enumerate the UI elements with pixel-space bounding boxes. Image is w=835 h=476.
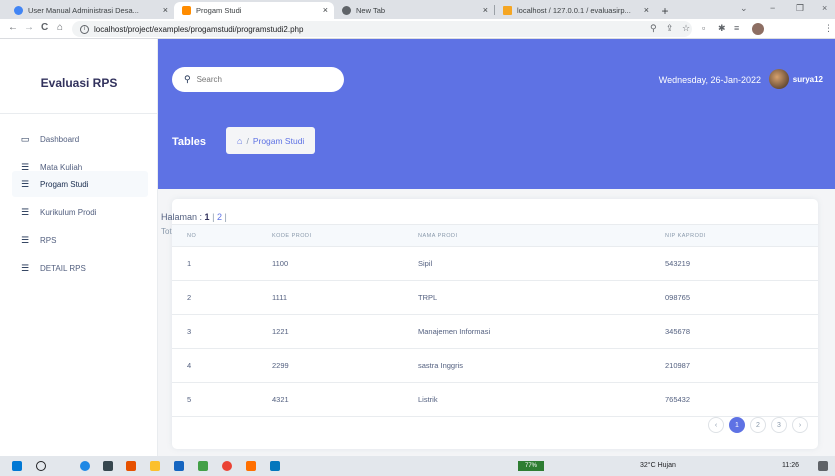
sidebar-item-detail-rps[interactable]: ☰ DETAIL RPS bbox=[12, 256, 148, 280]
table-row: 5 4321 Listrik 765432 bbox=[172, 382, 818, 417]
sidebar-divider bbox=[0, 113, 158, 114]
taskbar-edge-icon[interactable] bbox=[80, 461, 90, 471]
list-icon: ☰ bbox=[20, 234, 30, 245]
column-header-no: NO bbox=[172, 224, 272, 247]
minimize-icon[interactable]: − bbox=[770, 3, 775, 13]
monitor-icon: ▭ bbox=[20, 133, 30, 144]
windows-start-icon[interactable] bbox=[12, 461, 22, 471]
browser-tabbar: User Manual Administrasi Desa... × Proga… bbox=[0, 0, 835, 19]
sidebar-item-rps[interactable]: ☰ RPS bbox=[12, 228, 148, 252]
table-header-row: NO KODE PRODI NAMA PRODI NIP KAPRODI bbox=[172, 224, 818, 247]
search-icon: ⚲ bbox=[184, 74, 191, 84]
table-row: 4 2299 sastra Inggris 210987 bbox=[172, 348, 818, 383]
sidebar-item-kurikulum-prodi[interactable]: ☰ Kurikulum Prodi bbox=[12, 200, 148, 224]
pagination-page-1[interactable]: 1 bbox=[729, 417, 745, 433]
browser-tab-new-tab[interactable]: New Tab × bbox=[334, 2, 494, 19]
address-bar[interactable]: i localhost/project/examples/progamstudi… bbox=[72, 21, 692, 37]
search-input[interactable] bbox=[196, 75, 337, 84]
taskbar-office-icon[interactable] bbox=[126, 461, 136, 471]
maximize-icon[interactable]: ❐ bbox=[796, 3, 804, 14]
page-title: Tables bbox=[172, 136, 207, 148]
list-icon: ☰ bbox=[20, 178, 30, 189]
globe-icon bbox=[14, 6, 23, 15]
pagination-page-3[interactable]: 3 bbox=[771, 417, 787, 433]
breadcrumb-current: Progam Studi bbox=[252, 135, 305, 146]
search-box[interactable]: ⚲ bbox=[172, 67, 344, 92]
forward-icon[interactable]: → bbox=[24, 22, 34, 33]
tab-close-icon[interactable]: × bbox=[483, 5, 488, 15]
pagination-page-2[interactable]: 2 bbox=[750, 417, 766, 433]
page-link-2[interactable]: 2 bbox=[217, 212, 222, 222]
share-icon[interactable]: ⇪ bbox=[666, 23, 674, 34]
reload-icon[interactable]: C bbox=[41, 22, 48, 33]
page-links: Halaman : 1 | 2 | bbox=[161, 212, 227, 222]
browser-tab-phpmyadmin[interactable]: localhost / 127.0.0.1 / evaluasirp... × bbox=[495, 2, 655, 19]
browser-tab-user-manual[interactable]: User Manual Administrasi Desa... × bbox=[6, 2, 174, 19]
sidebar-item-progam-studi[interactable]: ☰ Progam Studi bbox=[12, 171, 148, 197]
weather-text[interactable]: 32°C Hujan bbox=[640, 462, 676, 469]
tab-close-icon[interactable]: × bbox=[644, 5, 649, 15]
taskbar-xampp-icon[interactable] bbox=[246, 461, 256, 471]
user-avatar[interactable] bbox=[769, 69, 789, 89]
bookmark-star-icon[interactable]: ☆ bbox=[682, 23, 690, 34]
taskbar-word-icon[interactable] bbox=[174, 461, 184, 471]
column-header-kode-prodi: KODE PRODI bbox=[272, 224, 418, 247]
tab-search-icon[interactable]: ⌄ bbox=[740, 3, 748, 14]
table-row: 3 1221 Manajemen Informasi 345678 bbox=[172, 314, 818, 349]
table-row: 2 1111 TRPL 098765 bbox=[172, 280, 818, 315]
notification-icon[interactable] bbox=[818, 461, 828, 471]
zoom-icon[interactable]: ⚲ bbox=[650, 23, 657, 34]
window-close-icon[interactable]: × bbox=[822, 3, 827, 13]
browser-tab-progam-studi[interactable]: Progam Studi × bbox=[174, 2, 334, 19]
pagination: ‹ 1 2 3 › bbox=[703, 417, 808, 433]
tab-close-icon[interactable]: × bbox=[323, 5, 328, 15]
chrome-icon bbox=[342, 6, 351, 15]
os-taskbar: 77% 32°C Hujan 11:26 bbox=[0, 456, 835, 476]
reading-list-icon[interactable]: ≡ bbox=[734, 23, 739, 33]
breadcrumb-separator: / bbox=[246, 135, 249, 146]
username[interactable]: surya12 bbox=[793, 75, 823, 84]
taskbar-store-icon[interactable] bbox=[103, 461, 113, 471]
page-favicon-icon bbox=[182, 6, 191, 15]
breadcrumb: ⌂ / Progam Studi bbox=[226, 127, 316, 154]
column-header-nip-kaprodi: NIP KAPRODI bbox=[665, 224, 818, 247]
list-icon: ☰ bbox=[20, 262, 30, 273]
home-icon[interactable]: ⌂ bbox=[237, 136, 242, 146]
back-icon[interactable]: ← bbox=[8, 22, 18, 33]
profile-avatar-icon[interactable] bbox=[752, 23, 764, 35]
list-icon: ☰ bbox=[20, 206, 30, 217]
brand-title[interactable]: Evaluasi RPS bbox=[0, 76, 158, 90]
taskbar-vscode-icon[interactable] bbox=[270, 461, 280, 471]
page-link-1[interactable]: 1 bbox=[205, 212, 210, 222]
sidebar: Evaluasi RPS ▭ Dashboard ☰ Mata Kuliah ☰… bbox=[0, 39, 158, 456]
sidebar-item-dashboard[interactable]: ▭ Dashboard bbox=[12, 127, 148, 151]
info-icon[interactable]: i bbox=[80, 24, 89, 34]
table-card: Halaman : 1 | 2 | Total anggota : 9 oran… bbox=[161, 199, 818, 449]
phpmyadmin-icon bbox=[503, 6, 512, 15]
column-header-nama-prodi: NAMA PRODI bbox=[418, 224, 665, 247]
extension-icon[interactable]: ▫ bbox=[702, 23, 705, 33]
puzzle-icon[interactable]: ✱ bbox=[718, 23, 726, 34]
prodi-table: NO KODE PRODI NAMA PRODI NIP KAPRODI 1 1… bbox=[172, 224, 818, 417]
taskbar-app-icon[interactable] bbox=[198, 461, 208, 471]
new-tab-button[interactable]: + bbox=[655, 2, 675, 19]
home-icon[interactable]: ⌂ bbox=[57, 22, 63, 33]
clock-text[interactable]: 11:26 bbox=[782, 462, 799, 469]
browser-toolbar: ← → C ⌂ i localhost/project/examples/pro… bbox=[0, 19, 835, 39]
page-header: ⚲ Wednesday, 26-Jan-2022 surya12 Tables … bbox=[158, 39, 835, 189]
tab-close-icon[interactable]: × bbox=[163, 5, 168, 15]
pagination-next-button[interactable]: › bbox=[792, 417, 808, 433]
pagination-prev-button[interactable]: ‹ bbox=[708, 417, 724, 433]
taskbar-search-icon[interactable] bbox=[36, 461, 46, 471]
taskbar-chrome-icon[interactable] bbox=[222, 461, 232, 471]
battery-indicator[interactable]: 77% bbox=[518, 461, 544, 471]
current-date: Wednesday, 26-Jan-2022 bbox=[658, 75, 761, 85]
browser-menu-icon[interactable]: ⋮ bbox=[824, 23, 833, 34]
taskbar-explorer-icon[interactable] bbox=[150, 461, 160, 471]
table-row: 1 1100 Sipil 543219 bbox=[172, 246, 818, 281]
url-text: localhost/project/examples/progamstudi/p… bbox=[94, 24, 304, 34]
